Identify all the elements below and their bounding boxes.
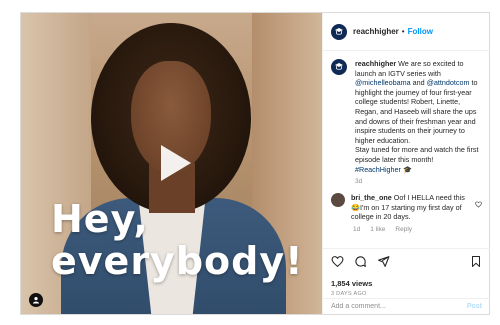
post-details-panel: reachhigher • Follow reachhigher We are … <box>322 13 490 314</box>
bookmark-icon[interactable] <box>470 255 482 273</box>
graduation-cap-emoji: 🎓 <box>402 164 412 174</box>
comment-icon[interactable] <box>354 255 367 273</box>
avatar[interactable] <box>331 59 347 75</box>
header-username[interactable]: reachhigher <box>353 27 399 36</box>
comment-text: bri_the_one Oof I HELLA need this 😂I'm o… <box>351 193 469 222</box>
hashtag-link[interactable]: #ReachHigher <box>355 165 401 174</box>
caption-body: to highlight the journey of four first-y… <box>355 78 478 145</box>
igtv-post: Hey, everybody! reachhigher • Follow rea… <box>20 12 490 315</box>
share-icon[interactable] <box>377 255 390 273</box>
comment-time: 1d <box>353 225 361 233</box>
heart-icon[interactable] <box>331 255 344 273</box>
caption-line: Hey, <box>51 197 149 241</box>
reply-button[interactable]: Reply <box>395 226 412 233</box>
mention-link[interactable]: @michelleobama <box>355 78 411 87</box>
caption-body: and <box>410 78 427 88</box>
avatar[interactable] <box>331 23 347 40</box>
comment-likes[interactable]: 1 like <box>370 226 385 233</box>
view-count[interactable]: 1,854 views <box>331 279 482 288</box>
caption-line: everybody! <box>51 239 304 283</box>
post-comment-button[interactable]: Post <box>467 303 482 310</box>
comment: bri_the_one Oof I HELLA need this 😂I'm o… <box>323 185 490 222</box>
caption-body: Stay tuned for more and watch the first … <box>355 145 479 164</box>
user-tag-icon[interactable] <box>29 293 43 307</box>
comment-input[interactable] <box>331 303 441 310</box>
post-date: 3 DAYS AGO <box>331 291 367 297</box>
video-player[interactable]: Hey, everybody! <box>21 13 322 314</box>
caption-text: reachhigher We are so excited to launch … <box>355 59 481 174</box>
action-bar <box>331 255 482 273</box>
post-header: reachhigher • Follow <box>323 13 490 51</box>
caption-username[interactable]: reachhigher <box>355 59 396 68</box>
add-comment-bar: Post <box>323 298 490 314</box>
like-comment-icon[interactable] <box>475 195 482 213</box>
comment-meta: 1d 1 like Reply <box>353 226 490 233</box>
post-timestamp: 3d <box>355 178 363 186</box>
avatar[interactable] <box>331 193 345 208</box>
comment-username[interactable]: bri_the_one <box>351 193 392 202</box>
follow-button[interactable]: Follow <box>408 27 433 36</box>
mention-link[interactable]: @attndotcom <box>427 78 470 87</box>
separator: • <box>401 27 405 36</box>
video-caption: Hey, everybody! <box>51 198 303 282</box>
post-actions: 1,854 views 3 DAYS AGO <box>323 248 490 297</box>
play-icon[interactable] <box>155 143 195 183</box>
post-caption: reachhigher We are so excited to launch … <box>323 51 490 174</box>
